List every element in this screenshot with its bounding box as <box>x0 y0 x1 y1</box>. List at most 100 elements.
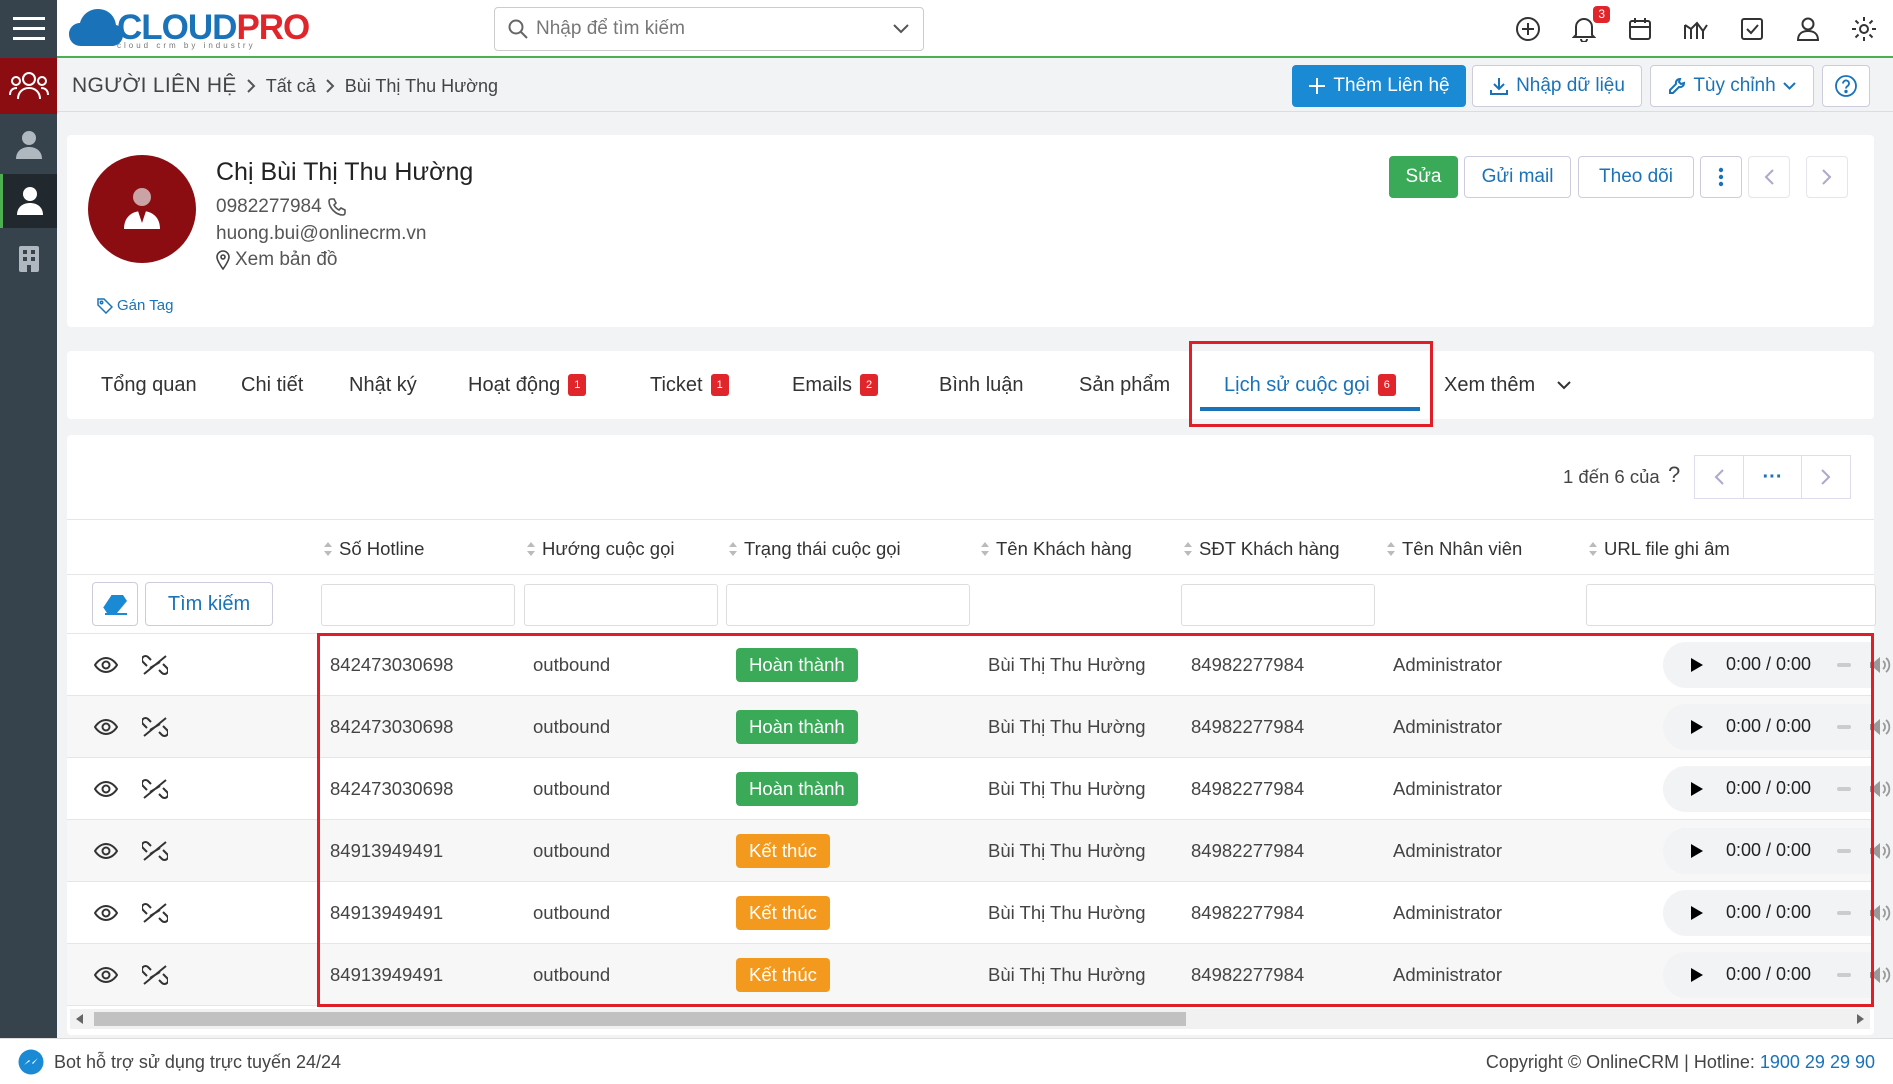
calendar-icon[interactable] <box>1626 15 1654 43</box>
global-search[interactable] <box>494 7 924 51</box>
breadcrumb-module[interactable]: NGƯỜI LIÊN HỆ <box>72 74 237 98</box>
column-header-customer-phone[interactable]: SĐT Khách hàng <box>1183 538 1340 560</box>
support-bot-link[interactable]: Bot hỗ trợ sử dụng trực tuyến 24/24 <box>18 1049 341 1075</box>
previous-record-button[interactable] <box>1748 156 1790 198</box>
clear-filter-button[interactable] <box>92 582 138 626</box>
view-record-icon[interactable] <box>94 696 118 758</box>
tab-more[interactable]: Xem thêm <box>1444 351 1571 419</box>
phone-icon[interactable] <box>327 197 347 217</box>
audio-player: 0:00 / 0:00 <box>1663 828 1893 874</box>
play-icon[interactable] <box>1690 843 1704 859</box>
settings-gear-icon[interactable] <box>1850 15 1878 43</box>
view-record-icon[interactable] <box>94 882 118 944</box>
sidebar-item-organizations[interactable] <box>0 236 57 282</box>
breadcrumb-all[interactable]: Tất cả <box>266 76 316 97</box>
search-input[interactable] <box>536 18 893 40</box>
chevron-left-icon <box>1764 169 1774 185</box>
menu-icon[interactable] <box>0 6 57 52</box>
task-checkbox-icon[interactable] <box>1738 15 1766 43</box>
audio-progress-bar[interactable] <box>1837 787 1851 791</box>
follow-button[interactable]: Theo dõi <box>1578 156 1694 198</box>
search-filter-button[interactable]: Tìm kiếm <box>145 582 273 626</box>
scroll-right-icon[interactable] <box>1857 1014 1864 1024</box>
column-header-customer-name[interactable]: Tên Khách hàng <box>980 538 1132 560</box>
customize-button[interactable]: Tùy chỉnh <box>1650 65 1814 107</box>
view-record-icon[interactable] <box>94 634 118 696</box>
view-map-link[interactable]: Xem bản đồ <box>216 249 337 271</box>
audio-progress-bar[interactable] <box>1837 911 1851 915</box>
contact-phone[interactable]: 0982277984 <box>216 196 322 218</box>
footer-hotline[interactable]: 1900 29 29 90 <box>1760 1052 1875 1072</box>
horizontal-scrollbar[interactable] <box>70 1009 1870 1029</box>
download-icon <box>1490 78 1509 95</box>
volume-icon[interactable] <box>1869 656 1891 674</box>
filter-hotline-input[interactable] <box>321 584 515 626</box>
play-icon[interactable] <box>1690 719 1704 735</box>
volume-icon[interactable] <box>1869 904 1891 922</box>
filter-status-input[interactable] <box>726 584 970 626</box>
unlink-record-icon[interactable] <box>142 882 168 944</box>
add-contact-button[interactable]: Thêm Liên hệ <box>1292 65 1466 107</box>
pagination-prev-button[interactable] <box>1694 455 1744 499</box>
play-icon[interactable] <box>1690 657 1704 673</box>
column-header-recording-url[interactable]: URL file ghi âm <box>1588 538 1730 560</box>
play-icon[interactable] <box>1690 967 1704 983</box>
column-header-staff-name[interactable]: Tên Nhân viên <box>1386 538 1522 560</box>
tab-emails[interactable]: Emails 2 <box>792 351 879 419</box>
tab-overview[interactable]: Tổng quan <box>101 351 197 419</box>
sidebar-item-contacts-group[interactable] <box>0 58 57 114</box>
edit-button[interactable]: Sửa <box>1389 156 1458 198</box>
column-header-direction[interactable]: Hướng cuộc gọi <box>526 538 675 560</box>
pagination-more-button[interactable]: ··· <box>1743 455 1802 499</box>
tab-products[interactable]: Sản phẩm <box>1079 351 1170 419</box>
assign-tag-link[interactable]: Gán Tag <box>97 297 173 314</box>
sidebar-item-contacts[interactable] <box>0 174 57 228</box>
contact-email[interactable]: huong.bui@onlinecrm.vn <box>216 223 426 245</box>
filter-customer-phone-input[interactable] <box>1181 584 1375 626</box>
unlink-record-icon[interactable] <box>142 634 168 696</box>
filter-direction-input[interactable] <box>524 584 718 626</box>
chevron-right-icon <box>246 79 256 93</box>
send-mail-button[interactable]: Gửi mail <box>1464 156 1571 198</box>
tab-ticket[interactable]: Ticket 1 <box>650 351 729 419</box>
view-record-icon[interactable] <box>94 758 118 820</box>
column-header-status[interactable]: Trạng thái cuộc gọi <box>728 538 901 560</box>
unlink-record-icon[interactable] <box>142 758 168 820</box>
volume-icon[interactable] <box>1869 842 1891 860</box>
pagination-help[interactable]: ? <box>1668 462 1680 488</box>
tab-details[interactable]: Chi tiết <box>241 351 303 419</box>
next-record-button[interactable] <box>1806 156 1848 198</box>
tab-log[interactable]: Nhật ký <box>349 351 417 419</box>
import-data-button[interactable]: Nhập dữ liệu <box>1472 65 1642 107</box>
view-record-icon[interactable] <box>94 944 118 1006</box>
notification-bell-icon[interactable]: 3 <box>1570 6 1610 43</box>
tab-activities[interactable]: Hoạt động 1 <box>468 351 587 419</box>
app-logo[interactable]: CLOUDPRO cloud crm by industry <box>67 2 310 54</box>
audio-progress-bar[interactable] <box>1837 849 1851 853</box>
column-header-hotline[interactable]: Số Hotline <box>323 538 424 560</box>
user-profile-icon[interactable] <box>1794 15 1822 43</box>
view-record-icon[interactable] <box>94 820 118 882</box>
scrollbar-thumb[interactable] <box>94 1012 1186 1026</box>
audio-progress-bar[interactable] <box>1837 663 1851 667</box>
unlink-record-icon[interactable] <box>142 696 168 758</box>
chevron-down-icon[interactable] <box>893 24 909 34</box>
report-chart-icon[interactable] <box>1682 15 1710 43</box>
play-icon[interactable] <box>1690 905 1704 921</box>
volume-icon[interactable] <box>1869 718 1891 736</box>
play-icon[interactable] <box>1690 781 1704 797</box>
sidebar-item-leads[interactable] <box>0 120 57 170</box>
audio-progress-bar[interactable] <box>1837 973 1851 977</box>
unlink-record-icon[interactable] <box>142 944 168 1006</box>
add-circle-icon[interactable] <box>1514 15 1542 43</box>
volume-icon[interactable] <box>1869 780 1891 798</box>
tab-comments[interactable]: Bình luận <box>939 351 1024 419</box>
filter-recording-url-input[interactable] <box>1586 584 1876 626</box>
more-options-button[interactable] <box>1700 156 1742 198</box>
pagination-next-button[interactable] <box>1801 455 1851 499</box>
unlink-record-icon[interactable] <box>142 820 168 882</box>
scroll-left-icon[interactable] <box>76 1014 83 1024</box>
audio-progress-bar[interactable] <box>1837 725 1851 729</box>
volume-icon[interactable] <box>1869 966 1891 984</box>
help-button[interactable] <box>1822 65 1870 107</box>
